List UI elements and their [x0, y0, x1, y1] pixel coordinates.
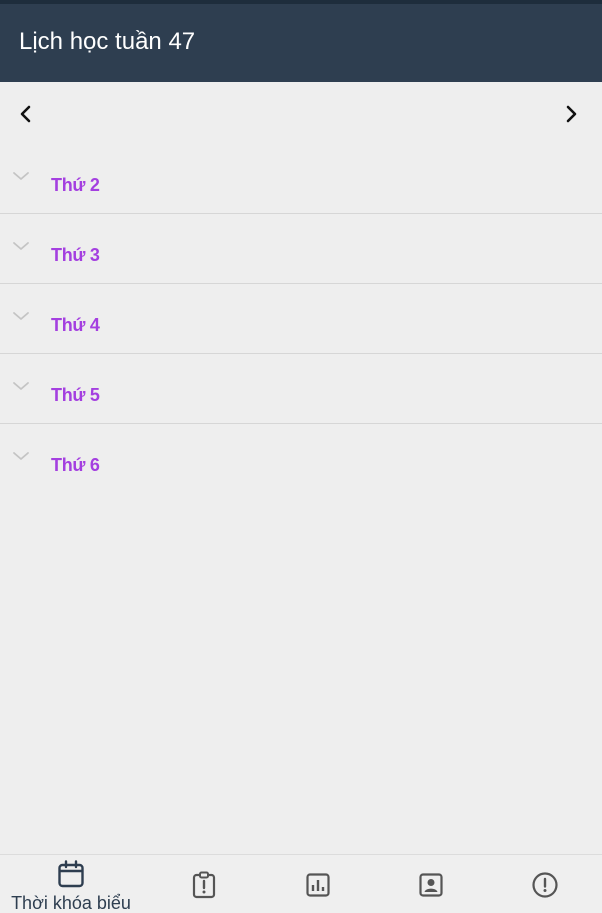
day-list: Thứ 2 Thứ 3 Thứ 4 Thứ 5 Thứ 6	[0, 144, 602, 494]
bottom-navigation: Thời khóa biểu	[0, 854, 602, 913]
clipboard-alert-icon	[192, 871, 216, 899]
app-bar: Lịch học tuần 47	[0, 4, 602, 82]
tab-label: Thời khóa biểu	[11, 893, 131, 913]
contact-card-icon	[419, 873, 443, 897]
chevron-down-icon	[13, 312, 29, 320]
app-screen: Lịch học tuần 47 Thứ 2 Thứ 3 Thứ 4 Thứ 5…	[0, 0, 602, 913]
chevron-left-icon	[20, 105, 31, 123]
tab-notifications[interactable]	[488, 855, 602, 913]
tab-exams[interactable]	[147, 855, 261, 913]
chevron-down-icon	[13, 242, 29, 250]
chevron-down-icon	[13, 172, 29, 180]
day-item-thu-3[interactable]: Thứ 3	[0, 214, 602, 284]
chevron-right-icon	[566, 105, 577, 123]
day-label: Thứ 6	[51, 455, 100, 475]
previous-week-button[interactable]	[8, 96, 44, 132]
day-item-thu-6[interactable]: Thứ 6	[0, 424, 602, 494]
tab-grades[interactable]	[261, 855, 375, 913]
calendar-icon	[58, 860, 84, 888]
page-title: Lịch học tuần 47	[19, 28, 196, 55]
bar-chart-icon	[306, 873, 330, 897]
day-label: Thứ 4	[51, 315, 100, 335]
tab-profile[interactable]	[374, 855, 488, 913]
chevron-down-icon	[13, 382, 29, 390]
day-label: Thứ 2	[51, 175, 100, 195]
day-label: Thứ 5	[51, 385, 100, 405]
tab-timetable[interactable]: Thời khóa biểu	[2, 855, 140, 913]
chevron-down-icon	[13, 452, 29, 460]
alert-circle-icon	[532, 872, 558, 898]
day-label: Thứ 3	[51, 245, 100, 265]
week-navigation	[0, 82, 602, 144]
day-item-thu-2[interactable]: Thứ 2	[0, 144, 602, 214]
day-item-thu-4[interactable]: Thứ 4	[0, 284, 602, 354]
day-item-thu-5[interactable]: Thứ 5	[0, 354, 602, 424]
next-week-button[interactable]	[553, 96, 589, 132]
